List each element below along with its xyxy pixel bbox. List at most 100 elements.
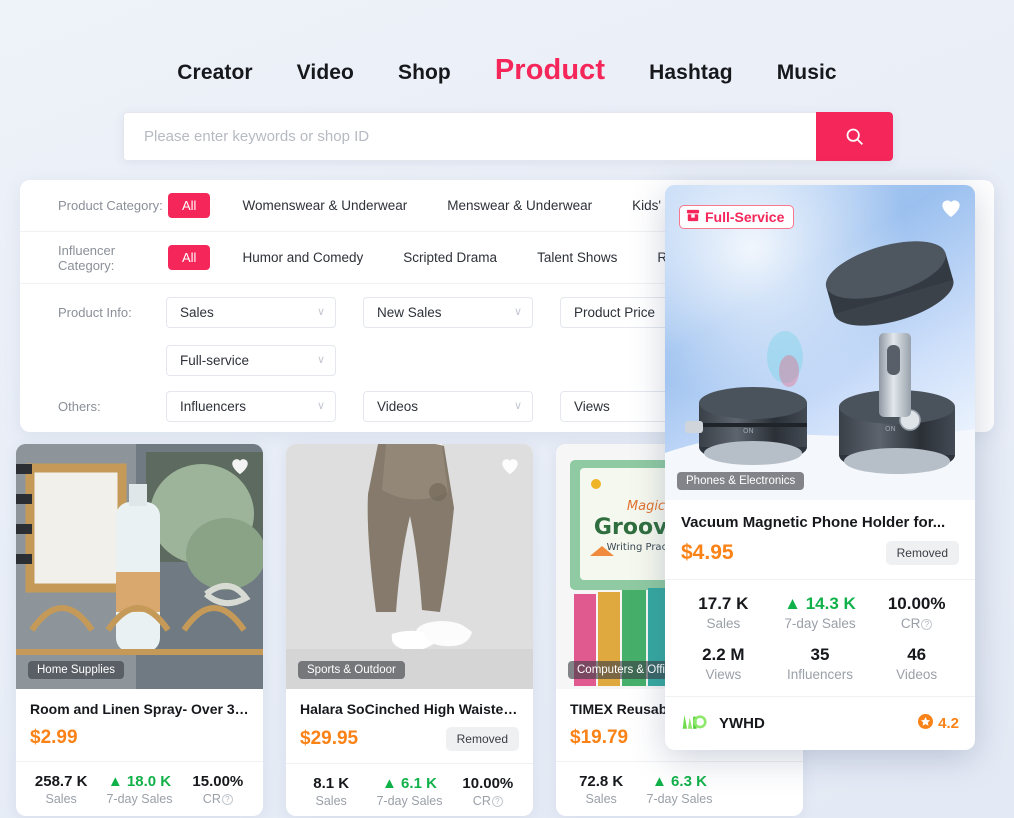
star-icon [918,714,934,733]
nav-item-product[interactable]: Product [495,54,605,87]
stat-cell: 8.1 K Sales [292,775,370,808]
product-price-row: $2.99 [30,727,249,761]
full-service-label: Full-Service [705,209,785,225]
select-value: Views [574,398,610,414]
search-bar [123,112,893,161]
select-value: Videos [377,398,419,414]
product-info-select-full-service[interactable]: Full-service ∨ [166,344,336,376]
overlay-shop-name: YWHD [719,715,765,732]
filter-label-product-info: Product Info: [58,304,132,320]
product-detail-overlay-card[interactable]: ON ON Full-Service Phones & Electronics … [665,185,975,750]
stat-label: CR? [179,792,257,806]
product-stats-grid: 72.8 K Sales ▲ 6.3 K 7-day Sales [556,761,803,814]
stat-cell: 72.8 K Sales [562,773,640,806]
influencer-category-chips: All Humor and Comedy Scripted Drama Talent … [166,245,728,270]
favorite-heart-icon[interactable] [940,198,962,223]
product-category-tag: Home Supplies [28,661,124,679]
influencer-category-chip-talent-shows[interactable]: Talent Shows [517,250,637,265]
stat-cell: 2.2 M Views [675,645,772,682]
stat-cell: 46 Videos [868,645,965,682]
product-info-selects-row2: Full-service ∨ [166,344,336,376]
overlay-price: $4.95 [681,541,734,564]
others-select-videos[interactable]: Videos ∨ [363,390,533,422]
product-info-selects-row1: Sales∨New Sales∨Product Price∨ [166,296,730,328]
stat-value: 72.8 K [579,773,624,790]
stat-cell: ▲ 6.3 K 7-day Sales [640,773,718,806]
shop-logo-icon [681,711,707,736]
search-button[interactable] [816,112,893,161]
product-card[interactable]: Sports & Outdoor Halara SoCinched High Wa… [286,444,533,816]
full-service-badge: Full-Service [679,205,795,229]
stat-label: Sales [706,616,741,631]
stat-cell: ▲ 18.0 K 7-day Sales [100,773,178,806]
product-stats-grid: 8.1 K Sales ▲ 6.1 K 7-day Sales 10.00% CR? [286,763,533,816]
product-info-select-sales[interactable]: Sales ∨ [166,296,336,328]
product-title: Halara SoCinched High Waisted Bu... [300,701,519,717]
stat-label: CR? [449,794,527,808]
chevron-down-icon: ∨ [316,305,325,318]
select-value: Product Price [574,304,656,320]
stat-label: Videos [896,667,938,682]
chevron-down-icon: ∨ [513,305,522,318]
chevron-down-icon: ∨ [513,399,522,412]
stat-label: 7-day Sales [376,794,443,808]
chevron-down-icon: ∨ [316,353,325,366]
stat-label: 7-day Sales [106,792,173,806]
select-value: Sales [180,304,214,320]
product-price: $29.95 [300,728,359,749]
svg-text:ON: ON [885,425,896,433]
product-title: Room and Linen Spray- Over 30 Fra... [30,701,249,717]
product-category-chip-womenswear-underwear[interactable]: Womenswear & Underwear [222,198,427,213]
help-question-icon[interactable]: ? [921,619,933,630]
product-category-chips: All Womenswear & Underwear Menswear & Unde… [166,193,715,218]
select-value: New Sales [377,304,442,320]
overlay-product-image: ON ON Full-Service Phones & Electronics [665,185,975,500]
nav-item-hashtag[interactable]: Hashtag [649,61,733,85]
filter-label-product-category: Product Category: [58,198,163,213]
stat-cell: 17.7 K Sales [675,594,772,631]
stat-value: ▲ 14.3 K [784,594,856,613]
product-category-chip-all[interactable]: All [168,193,211,218]
stat-label: Influencers [786,667,854,682]
product-price: $19.79 [570,727,629,748]
stat-cell [719,773,797,806]
product-info-select-new-sales[interactable]: New Sales ∨ [363,296,533,328]
stat-label: Views [705,667,742,682]
search-icon [844,126,865,147]
others-select-influencers[interactable]: Influencers ∨ [166,390,336,422]
help-question-icon[interactable]: ? [221,794,233,805]
influencer-category-chip-all[interactable]: All [168,245,211,270]
nav-item-creator[interactable]: Creator [177,61,252,85]
overlay-product-title: Vacuum Magnetic Phone Holder for... [681,514,946,531]
product-category-chip-menswear-underwear[interactable]: Menswear & Underwear [427,198,612,213]
stat-cell: 258.7 K Sales [22,773,100,806]
stat-value: 258.7 K [34,773,88,790]
stat-value: 10.00% [462,775,514,792]
stat-label: 7-day Sales [646,792,713,806]
stat-label: Sales [585,792,617,806]
nav-item-video[interactable]: Video [297,61,354,85]
favorite-heart-icon[interactable] [230,457,250,480]
product-card[interactable]: Home Supplies Room and Linen Spray- Over … [16,444,263,816]
influencer-category-chip-scripted-drama[interactable]: Scripted Drama [383,250,517,265]
product-stats-grid: 258.7 K Sales ▲ 18.0 K 7-day Sales 15.00% CR? [16,761,263,814]
stat-cell: ▲ 6.1 K 7-day Sales [370,775,448,808]
shop-store-icon [686,209,700,225]
product-price-row: $29.95 Removed [300,727,519,763]
stat-label: Sales [315,794,347,808]
stat-value: 2.2 M [702,645,745,664]
stat-cell: ▲ 14.3 K 7-day Sales [772,594,869,631]
favorite-heart-icon[interactable] [500,457,520,480]
overlay-body: Vacuum Magnetic Phone Holder for... $4.9… [665,500,975,579]
nav-item-music[interactable]: Music [777,61,837,85]
nav-item-shop[interactable]: Shop [398,61,451,85]
overlay-category-tag: Phones & Electronics [677,472,805,490]
stat-value: ▲ 6.1 K [382,775,437,792]
overlay-shop-row[interactable]: YWHD 4.2 [665,696,975,750]
chevron-down-icon: ∨ [316,399,325,412]
stat-value: ▲ 18.0 K [107,773,172,790]
influencer-category-chip-humor-and-comedy[interactable]: Humor and Comedy [222,250,383,265]
help-question-icon[interactable]: ? [491,796,503,807]
stat-cell: 10.00% CR? [868,594,965,631]
search-input[interactable] [123,112,816,161]
